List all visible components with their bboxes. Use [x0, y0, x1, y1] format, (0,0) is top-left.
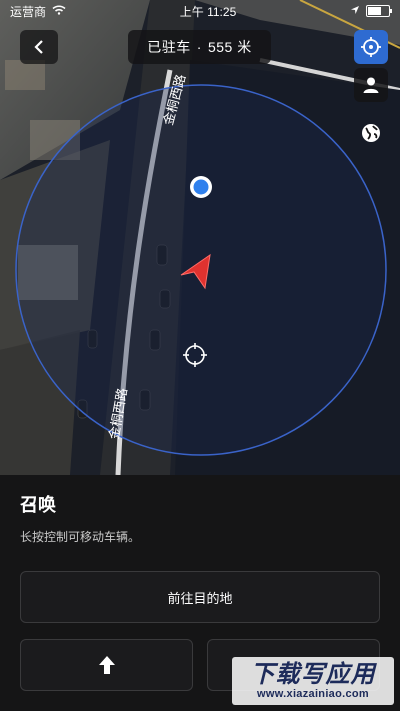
parked-status-pill: 已驻车 · 555 米: [128, 30, 271, 64]
distance-label: 555 米: [207, 39, 252, 55]
map-view[interactable]: 金桐西路 金桐西路: [0, 0, 400, 475]
wifi-icon: [52, 4, 66, 18]
chevron-left-icon: [34, 40, 43, 54]
map-layer-button[interactable]: [354, 116, 388, 150]
recenter-button[interactable]: [354, 30, 388, 64]
watermark-logo: 下载写应用 www.xiazainiao.com: [232, 657, 394, 705]
panel-description: 长按控制可移动车辆。: [20, 530, 141, 544]
crosshair-icon: [361, 37, 381, 57]
satellite-map: 金桐西路 金桐西路: [0, 0, 400, 475]
globe-icon: [362, 124, 380, 142]
status-bar: 运营商 上午 11:25: [0, 0, 400, 22]
watermark-sub: www.xiazainiao.com: [257, 687, 369, 700]
parked-label: 已驻车: [147, 39, 191, 55]
user-icon: [363, 77, 379, 93]
move-forward-button[interactable]: [20, 639, 193, 691]
back-button[interactable]: [20, 30, 58, 64]
carrier-label: 运营商: [10, 4, 47, 19]
go-to-destination-button[interactable]: 前往目的地: [20, 571, 380, 623]
location-arrow-icon: [350, 4, 360, 18]
arrow-up-icon: [98, 656, 115, 674]
separator: ·: [196, 39, 202, 55]
battery-icon: [366, 5, 392, 17]
panel-title: 召唤: [20, 495, 56, 515]
watermark-main: 下载写应用: [250, 660, 376, 688]
go-to-destination-label: 前往目的地: [167, 590, 233, 606]
clock: 上午 11:25: [179, 4, 237, 19]
user-location-button[interactable]: [354, 68, 388, 102]
